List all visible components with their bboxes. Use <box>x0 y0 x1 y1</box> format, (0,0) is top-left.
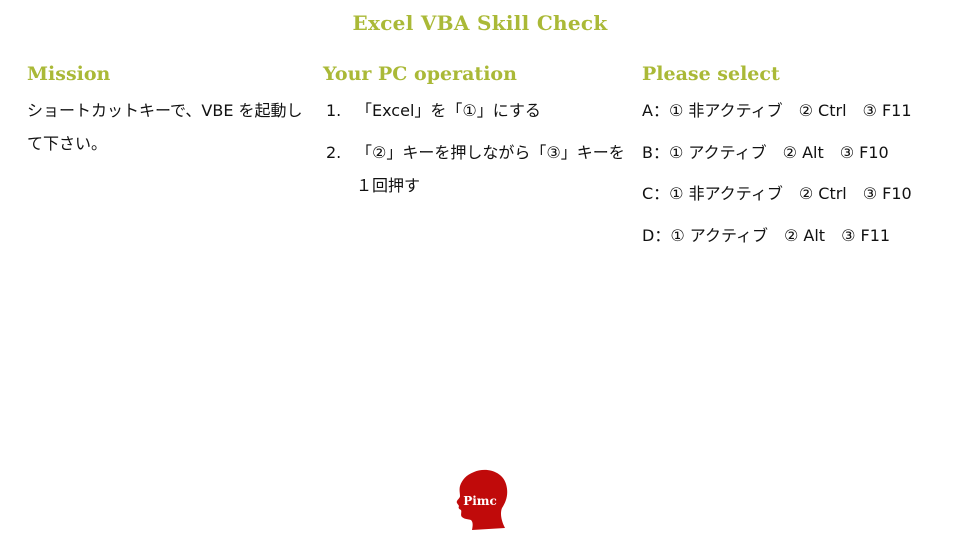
operation-heading: Your PC operation <box>323 63 517 85</box>
select-heading: Please select <box>642 63 780 85</box>
mission-section: Mission ショートカットキーで、VBE を起動して下さい。 <box>27 60 307 160</box>
operation-step: 1. 「Excel」を「①」にする <box>323 94 633 127</box>
step-text: 「②」キーを押しながら「③」キーを１回押す <box>356 143 625 195</box>
operation-section: Your PC operation 1. 「Excel」を「①」にする 2. 「… <box>323 60 633 211</box>
page-title: Excel VBA Skill Check <box>352 11 608 35</box>
step-text: 「Excel」を「①」にする <box>356 101 541 120</box>
head-silhouette-icon: Pimc <box>456 469 508 530</box>
operation-step: 2. 「②」キーを押しながら「③」キーを１回押す <box>323 136 633 202</box>
answer-option-a[interactable]: A：① 非アクティブ ② Ctrl ③ F11 <box>642 94 957 127</box>
answer-options: A：① 非アクティブ ② Ctrl ③ F11 B：① アクティブ ② Alt … <box>642 94 957 252</box>
step-number: 2. <box>326 143 342 162</box>
pimc-logo: Pimc <box>452 468 512 532</box>
answer-option-c[interactable]: C：① 非アクティブ ② Ctrl ③ F10 <box>642 177 957 210</box>
answer-option-b[interactable]: B：① アクティブ ② Alt ③ F10 <box>642 136 957 169</box>
step-number: 1. <box>326 101 342 120</box>
select-section: Please select A：① 非アクティブ ② Ctrl ③ F11 B：… <box>642 60 957 260</box>
mission-heading: Mission <box>27 63 111 85</box>
answer-option-d[interactable]: D：① アクティブ ② Alt ③ F11 <box>642 219 957 252</box>
logo-text: Pimc <box>463 494 497 508</box>
operation-steps: 1. 「Excel」を「①」にする 2. 「②」キーを押しながら「③」キーを１回… <box>323 94 633 202</box>
mission-text: ショートカットキーで、VBE を起動して下さい。 <box>27 101 303 153</box>
